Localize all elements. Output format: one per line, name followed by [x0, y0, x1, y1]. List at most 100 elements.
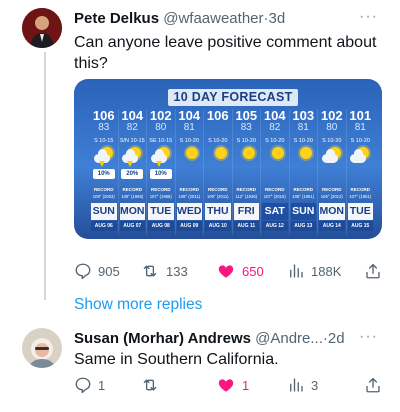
- like-button[interactable]: 650: [216, 261, 264, 281]
- reply-actions: 1 1 3: [74, 375, 384, 395]
- sun-storm-icon: [93, 146, 115, 167]
- sun-storm-icon: [121, 146, 143, 167]
- forecast-record-label: RECORD: [293, 187, 313, 192]
- reply-reply-button[interactable]: 1: [74, 375, 105, 395]
- forecast-date: AUG 15: [347, 221, 373, 231]
- author-handle[interactable]: @wfaaweather: [163, 10, 263, 27]
- main-tweet: Pete Delkus @wfaaweather·3d ··· Can anyo…: [0, 0, 400, 300]
- reply-retweet-button[interactable]: [140, 375, 166, 395]
- like-count: 650: [242, 263, 264, 279]
- forecast-day: 101 81 S 10-20 RECORD 107° (1951) TUE AUG 15: [345, 108, 375, 235]
- forecast-high: 102: [320, 108, 343, 123]
- reply-timestamp[interactable]: 2d: [328, 330, 345, 347]
- forecast-wind: S 10-20: [179, 138, 199, 144]
- forecast-record: 112° (1936): [235, 194, 258, 199]
- forecast-rain-chance: 10%: [149, 169, 172, 179]
- reply-like-button[interactable]: 1: [216, 375, 249, 395]
- forecast-day: 104 82 S/N 10-15 20% RECORD 108° (1968) MON AUG…: [117, 109, 147, 235]
- reply-icon: [75, 263, 91, 280]
- forecast-record: 107° (1951): [349, 194, 372, 199]
- forecast-day: 106 83 S 10-15 10% RECORD 109° (2003) SUN AUG 0…: [90, 109, 118, 235]
- forecast-wind: S 10-20: [208, 138, 228, 144]
- retweet-button[interactable]: 133: [140, 261, 188, 281]
- forecast-record: 109° (2003): [92, 194, 115, 199]
- reply-views-button[interactable]: 3: [287, 375, 318, 395]
- timestamp[interactable]: 3d: [269, 10, 286, 27]
- forecast-wind: S 10-20: [293, 138, 313, 144]
- sun-icon: [207, 146, 229, 166]
- forecast-day-name: SAT: [262, 203, 288, 220]
- forecast-date: AUG 12: [262, 221, 288, 231]
- reply-count: 905: [98, 263, 120, 279]
- retweet-count: 133: [166, 263, 188, 279]
- forecast-day: 106 S 10-20 RECORD 109° (2011) THU AUG 10: [203, 109, 232, 235]
- retweet-icon: [143, 379, 157, 391]
- forecast-record: 105° (1951): [292, 194, 315, 199]
- forecast-rain-chance: 20%: [121, 169, 144, 179]
- forecast-high: 104: [263, 108, 286, 123]
- forecast-low: 83: [240, 122, 252, 133]
- show-more-replies-link[interactable]: Show more replies: [74, 296, 202, 314]
- author-name[interactable]: Pete Delkus: [74, 10, 159, 27]
- forecast-record: 107° (2016): [263, 194, 286, 199]
- forecast-day: 104 81 S 10-20 RECORD 108° (2011) WED AUG 09: [174, 109, 204, 235]
- forecast-record-label: RECORD: [179, 187, 199, 192]
- forecast-day-name: MON: [319, 203, 345, 220]
- reply-avatar-photo-icon: [22, 328, 62, 368]
- reply-avatar[interactable]: [22, 328, 62, 368]
- forecast-day: 104 82 S 10-20 RECORD 107° (2016) SAT AUG 12: [260, 109, 289, 235]
- reply-reply-count: 1: [98, 377, 106, 393]
- sun-icon: [264, 146, 286, 166]
- views-count: 188K: [311, 263, 342, 279]
- more-options-icon[interactable]: ···: [359, 8, 378, 26]
- forecast-record: 108° (1968): [121, 194, 144, 199]
- forecast-date: AUG 11: [233, 221, 259, 231]
- tweet-text: Can anyone leave positive comment about …: [74, 34, 377, 72]
- forecast-day-name: MON: [119, 203, 145, 220]
- views-button[interactable]: 188K: [287, 261, 341, 281]
- forecast-date: AUG 09: [176, 221, 202, 231]
- reply-author-name[interactable]: Susan (Morhar) Andrews: [74, 330, 251, 347]
- views-chart-icon: [290, 264, 303, 278]
- forecast-date: AUG 13: [290, 221, 316, 231]
- forecast-record: 109° (2011): [206, 194, 229, 199]
- forecast-low: 82: [126, 122, 138, 133]
- tweet-header: Pete Delkus @wfaaweather·3d: [74, 10, 285, 28]
- avatar-photo-icon: [22, 8, 62, 48]
- avatar[interactable]: [22, 8, 62, 48]
- forecast-record-label: RECORD: [93, 187, 114, 192]
- share-button[interactable]: [364, 261, 382, 281]
- forecast-day-name: SUN: [91, 203, 117, 220]
- forecast-low: 82: [269, 122, 281, 133]
- forecast-wind: S 10-20: [236, 138, 256, 144]
- share-icon: [366, 263, 380, 279]
- forecast-day-name: TUE: [347, 203, 373, 220]
- forecast-day: 102 80 S 10-20 RECORD 106° (2012) MON AUG 14: [317, 109, 346, 235]
- forecast-low: 80: [326, 122, 338, 133]
- reply-button[interactable]: 905: [74, 261, 120, 281]
- heart-filled-icon: [218, 379, 234, 392]
- forecast-record-label: RECORD: [321, 187, 342, 192]
- reply-author-handle[interactable]: @Andre...: [255, 330, 323, 347]
- forecast-day: 103 81 S 10-20 RECORD 105° (1951) SUN AUG 13: [288, 108, 318, 235]
- reply-more-options-icon[interactable]: ···: [359, 328, 378, 346]
- forecast-title: 10 DAY FORECAST: [168, 89, 298, 106]
- forecast-day-name: THU: [205, 203, 231, 220]
- forecast-wind: SE 10-15: [149, 138, 173, 144]
- heart-filled-icon: [218, 265, 234, 278]
- forecast-high: 102: [149, 108, 172, 123]
- share-icon: [366, 377, 380, 393]
- forecast-high: 103: [292, 108, 315, 123]
- forecast-date: AUG 10: [205, 221, 231, 231]
- reply-share-button[interactable]: [364, 375, 382, 395]
- tweet-media-forecast[interactable]: 10 DAY FORECAST 106 83 S 10-15 10% RECORD 109…: [74, 79, 382, 239]
- forecast-record-label: RECORD: [122, 187, 142, 192]
- tweet-actions: 905 133 650 188K: [74, 261, 384, 281]
- reply-tweet: Susan (Morhar) Andrews @Andre...·2d ··· …: [0, 320, 400, 412]
- forecast-wind: S 10-20: [265, 138, 285, 144]
- forecast-record-label: RECORD: [350, 187, 370, 192]
- forecast-high: 106: [206, 108, 229, 123]
- forecast-day: 105 83 S 10-20 RECORD 112° (1936) FRI AUG 11: [231, 109, 261, 235]
- forecast-record-label: RECORD: [207, 187, 228, 192]
- forecast-high: 101: [349, 108, 372, 123]
